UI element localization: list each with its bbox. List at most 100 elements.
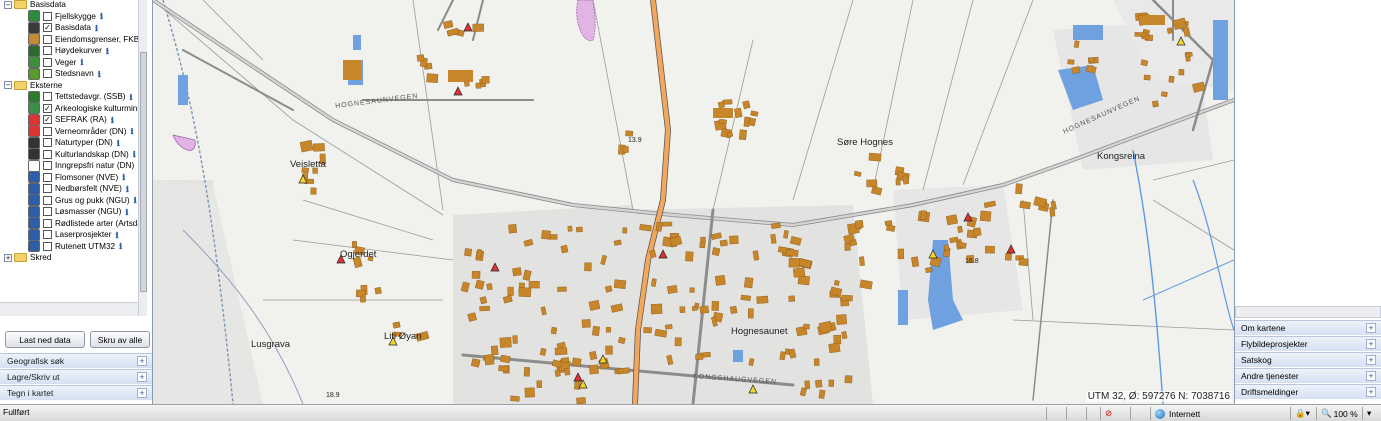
info-icon[interactable]: ℹ bbox=[133, 149, 136, 159]
info-icon[interactable]: ℹ bbox=[130, 126, 133, 136]
plus-icon[interactable]: + bbox=[1366, 371, 1376, 381]
skru-av-alle-button[interactable]: Skru av alle bbox=[90, 331, 150, 348]
folder-icon bbox=[14, 80, 27, 90]
layer-label: Inngrepsfri natur (DN) bbox=[55, 161, 135, 170]
layer-label: SEFRAK (RA) bbox=[55, 115, 107, 124]
accordion-driftsmeldinger[interactable]: Driftsmeldinger + bbox=[1235, 384, 1381, 399]
layer-checkbox[interactable] bbox=[43, 149, 52, 159]
info-icon[interactable]: ℹ bbox=[125, 207, 128, 217]
accordion-lagre-skriv-ut[interactable]: Lagre/Skriv ut + bbox=[0, 369, 152, 384]
zoom-control[interactable]: 🔍 100 % bbox=[1316, 407, 1362, 420]
layer-checkbox[interactable] bbox=[43, 34, 52, 44]
layer-checkbox[interactable] bbox=[43, 69, 52, 78]
layer-tree-hscrollbar[interactable] bbox=[0, 302, 138, 316]
accordion-label: Om kartene bbox=[1241, 323, 1286, 333]
layer-label: Rutenett UTM32 bbox=[55, 241, 116, 251]
layer-checkbox[interactable] bbox=[43, 172, 52, 182]
layer-label: Laserprosjekter bbox=[55, 230, 112, 239]
info-icon[interactable]: ℹ bbox=[98, 69, 101, 79]
place-label-lusgrava: Lusgrava bbox=[251, 339, 291, 350]
info-icon[interactable]: ℹ bbox=[126, 184, 129, 194]
layer-checkbox[interactable]: ✓ bbox=[43, 103, 52, 113]
layer-checkbox[interactable] bbox=[43, 92, 52, 101]
layer-label: Grus og pukk (NGU) bbox=[55, 195, 130, 205]
layer-label: Veger bbox=[55, 57, 77, 67]
status-cell bbox=[1130, 407, 1150, 420]
info-icon[interactable]: ℹ bbox=[130, 92, 133, 102]
layer-group[interactable]: + Skred bbox=[4, 251, 51, 264]
layer-checkbox[interactable] bbox=[43, 138, 52, 147]
plus-icon[interactable]: + bbox=[1366, 339, 1376, 349]
plus-icon[interactable]: + bbox=[1366, 387, 1376, 397]
accordion-tegn-i-kartet[interactable]: Tegn i kartet + bbox=[0, 385, 152, 400]
layer-label: Verneområder (DN) bbox=[55, 126, 127, 136]
layer-checkbox[interactable] bbox=[43, 230, 52, 239]
status-cell bbox=[1046, 407, 1066, 420]
layer-checkbox[interactable] bbox=[43, 184, 52, 193]
scrollbar-thumb[interactable] bbox=[140, 52, 147, 292]
layer-label: Høydekurver bbox=[55, 46, 102, 55]
accordion-geografisk-sok[interactable]: Geografisk søk + bbox=[0, 353, 152, 368]
plus-icon[interactable]: + bbox=[137, 356, 147, 366]
layer-label: Rødlistede arter (Artsdat bbox=[55, 218, 145, 228]
info-panel: Om kartene + Flybildeprosjekter + Satskog +… bbox=[1234, 0, 1381, 404]
info-icon[interactable]: ℹ bbox=[117, 138, 120, 148]
zoom-dropdown[interactable]: ▾ bbox=[1362, 407, 1378, 420]
info-icon[interactable]: ℹ bbox=[134, 195, 137, 205]
status-text: Fullført bbox=[3, 407, 30, 417]
layer-checkbox[interactable] bbox=[43, 46, 52, 55]
layer-checkbox[interactable] bbox=[43, 241, 52, 251]
status-cell bbox=[1086, 407, 1100, 420]
accordion-om-kartene[interactable]: Om kartene + bbox=[1235, 320, 1381, 335]
map-view[interactable]: Veisletta Søre Hognes Kongsreina Ogjerde… bbox=[153, 0, 1234, 404]
layer-checkbox[interactable] bbox=[43, 161, 52, 170]
info-icon[interactable]: ℹ bbox=[111, 115, 114, 125]
info-icon[interactable]: ℹ bbox=[106, 46, 109, 56]
map-canvas[interactable] bbox=[153, 0, 1234, 404]
expand-icon[interactable]: − bbox=[4, 81, 12, 89]
info-icon[interactable]: ℹ bbox=[95, 23, 98, 33]
accordion-label: Andre tjenester bbox=[1241, 371, 1299, 381]
place-label-liti-oyan: Liti Øyan bbox=[384, 331, 422, 342]
info-icon[interactable]: ℹ bbox=[122, 172, 125, 182]
plus-icon[interactable]: + bbox=[1366, 323, 1376, 333]
place-label-kongsreina: Kongsreina bbox=[1097, 151, 1146, 162]
globe-icon bbox=[1155, 408, 1165, 419]
expand-icon[interactable]: − bbox=[4, 0, 12, 9]
utm-coordinate-readout: UTM 32, Ø: 597276 N: 7038716 bbox=[1085, 391, 1232, 402]
accordion-satskog[interactable]: Satskog + bbox=[1235, 352, 1381, 367]
last-ned-data-button[interactable]: Last ned data bbox=[5, 331, 85, 348]
accordion-label: Lagre/Skriv ut bbox=[7, 372, 60, 382]
layer-label: Naturtyper (DN) bbox=[55, 138, 113, 147]
info-panel-hscrollbar[interactable] bbox=[1235, 306, 1381, 318]
security-zone[interactable]: Internett bbox=[1150, 407, 1256, 420]
place-label-sore-hognes: Søre Hognes bbox=[837, 137, 893, 148]
protected-mode-icon[interactable]: 🔒▾ bbox=[1290, 407, 1316, 420]
layer-tree-scrollbar[interactable] bbox=[138, 0, 147, 316]
layer-checkbox[interactable]: ✓ bbox=[43, 23, 52, 32]
plus-icon[interactable]: + bbox=[1366, 355, 1376, 365]
accordion-andre-tjenester[interactable]: Andre tjenester + bbox=[1235, 368, 1381, 383]
plus-icon[interactable]: + bbox=[137, 388, 147, 398]
layer-label: Basisdata bbox=[55, 23, 91, 32]
info-icon[interactable]: ℹ bbox=[80, 57, 83, 67]
info-icon[interactable]: ℹ bbox=[115, 230, 118, 240]
place-label-veisletta: Veisletta bbox=[290, 159, 326, 170]
blocked-icon[interactable]: ⊘ bbox=[1100, 407, 1130, 420]
layer-checkbox[interactable] bbox=[43, 126, 52, 136]
accordion-flybildeprosjekter[interactable]: Flybildeprosjekter + bbox=[1235, 336, 1381, 351]
layer-checkbox[interactable] bbox=[43, 11, 52, 21]
zoom-level: 100 % bbox=[1333, 408, 1358, 419]
layer-checkbox[interactable] bbox=[43, 57, 52, 67]
info-icon[interactable]: ℹ bbox=[100, 11, 103, 21]
layer-checkbox[interactable] bbox=[43, 207, 52, 216]
plus-icon[interactable]: + bbox=[137, 372, 147, 382]
expand-icon[interactable]: + bbox=[4, 253, 12, 262]
layer-checkbox[interactable]: ✓ bbox=[43, 115, 52, 124]
layer-checkbox[interactable] bbox=[43, 195, 52, 205]
layer-checkbox[interactable] bbox=[43, 218, 52, 228]
info-icon[interactable]: ℹ bbox=[119, 241, 122, 251]
zone-label: Internett bbox=[1169, 408, 1201, 419]
layer-tree: − Basisdata Fjellskygge ℹ ✓ Basisdata ℹ Eiendom… bbox=[0, 0, 147, 316]
layer-label: Eiendomsgrenser, FKB bbox=[55, 34, 140, 44]
